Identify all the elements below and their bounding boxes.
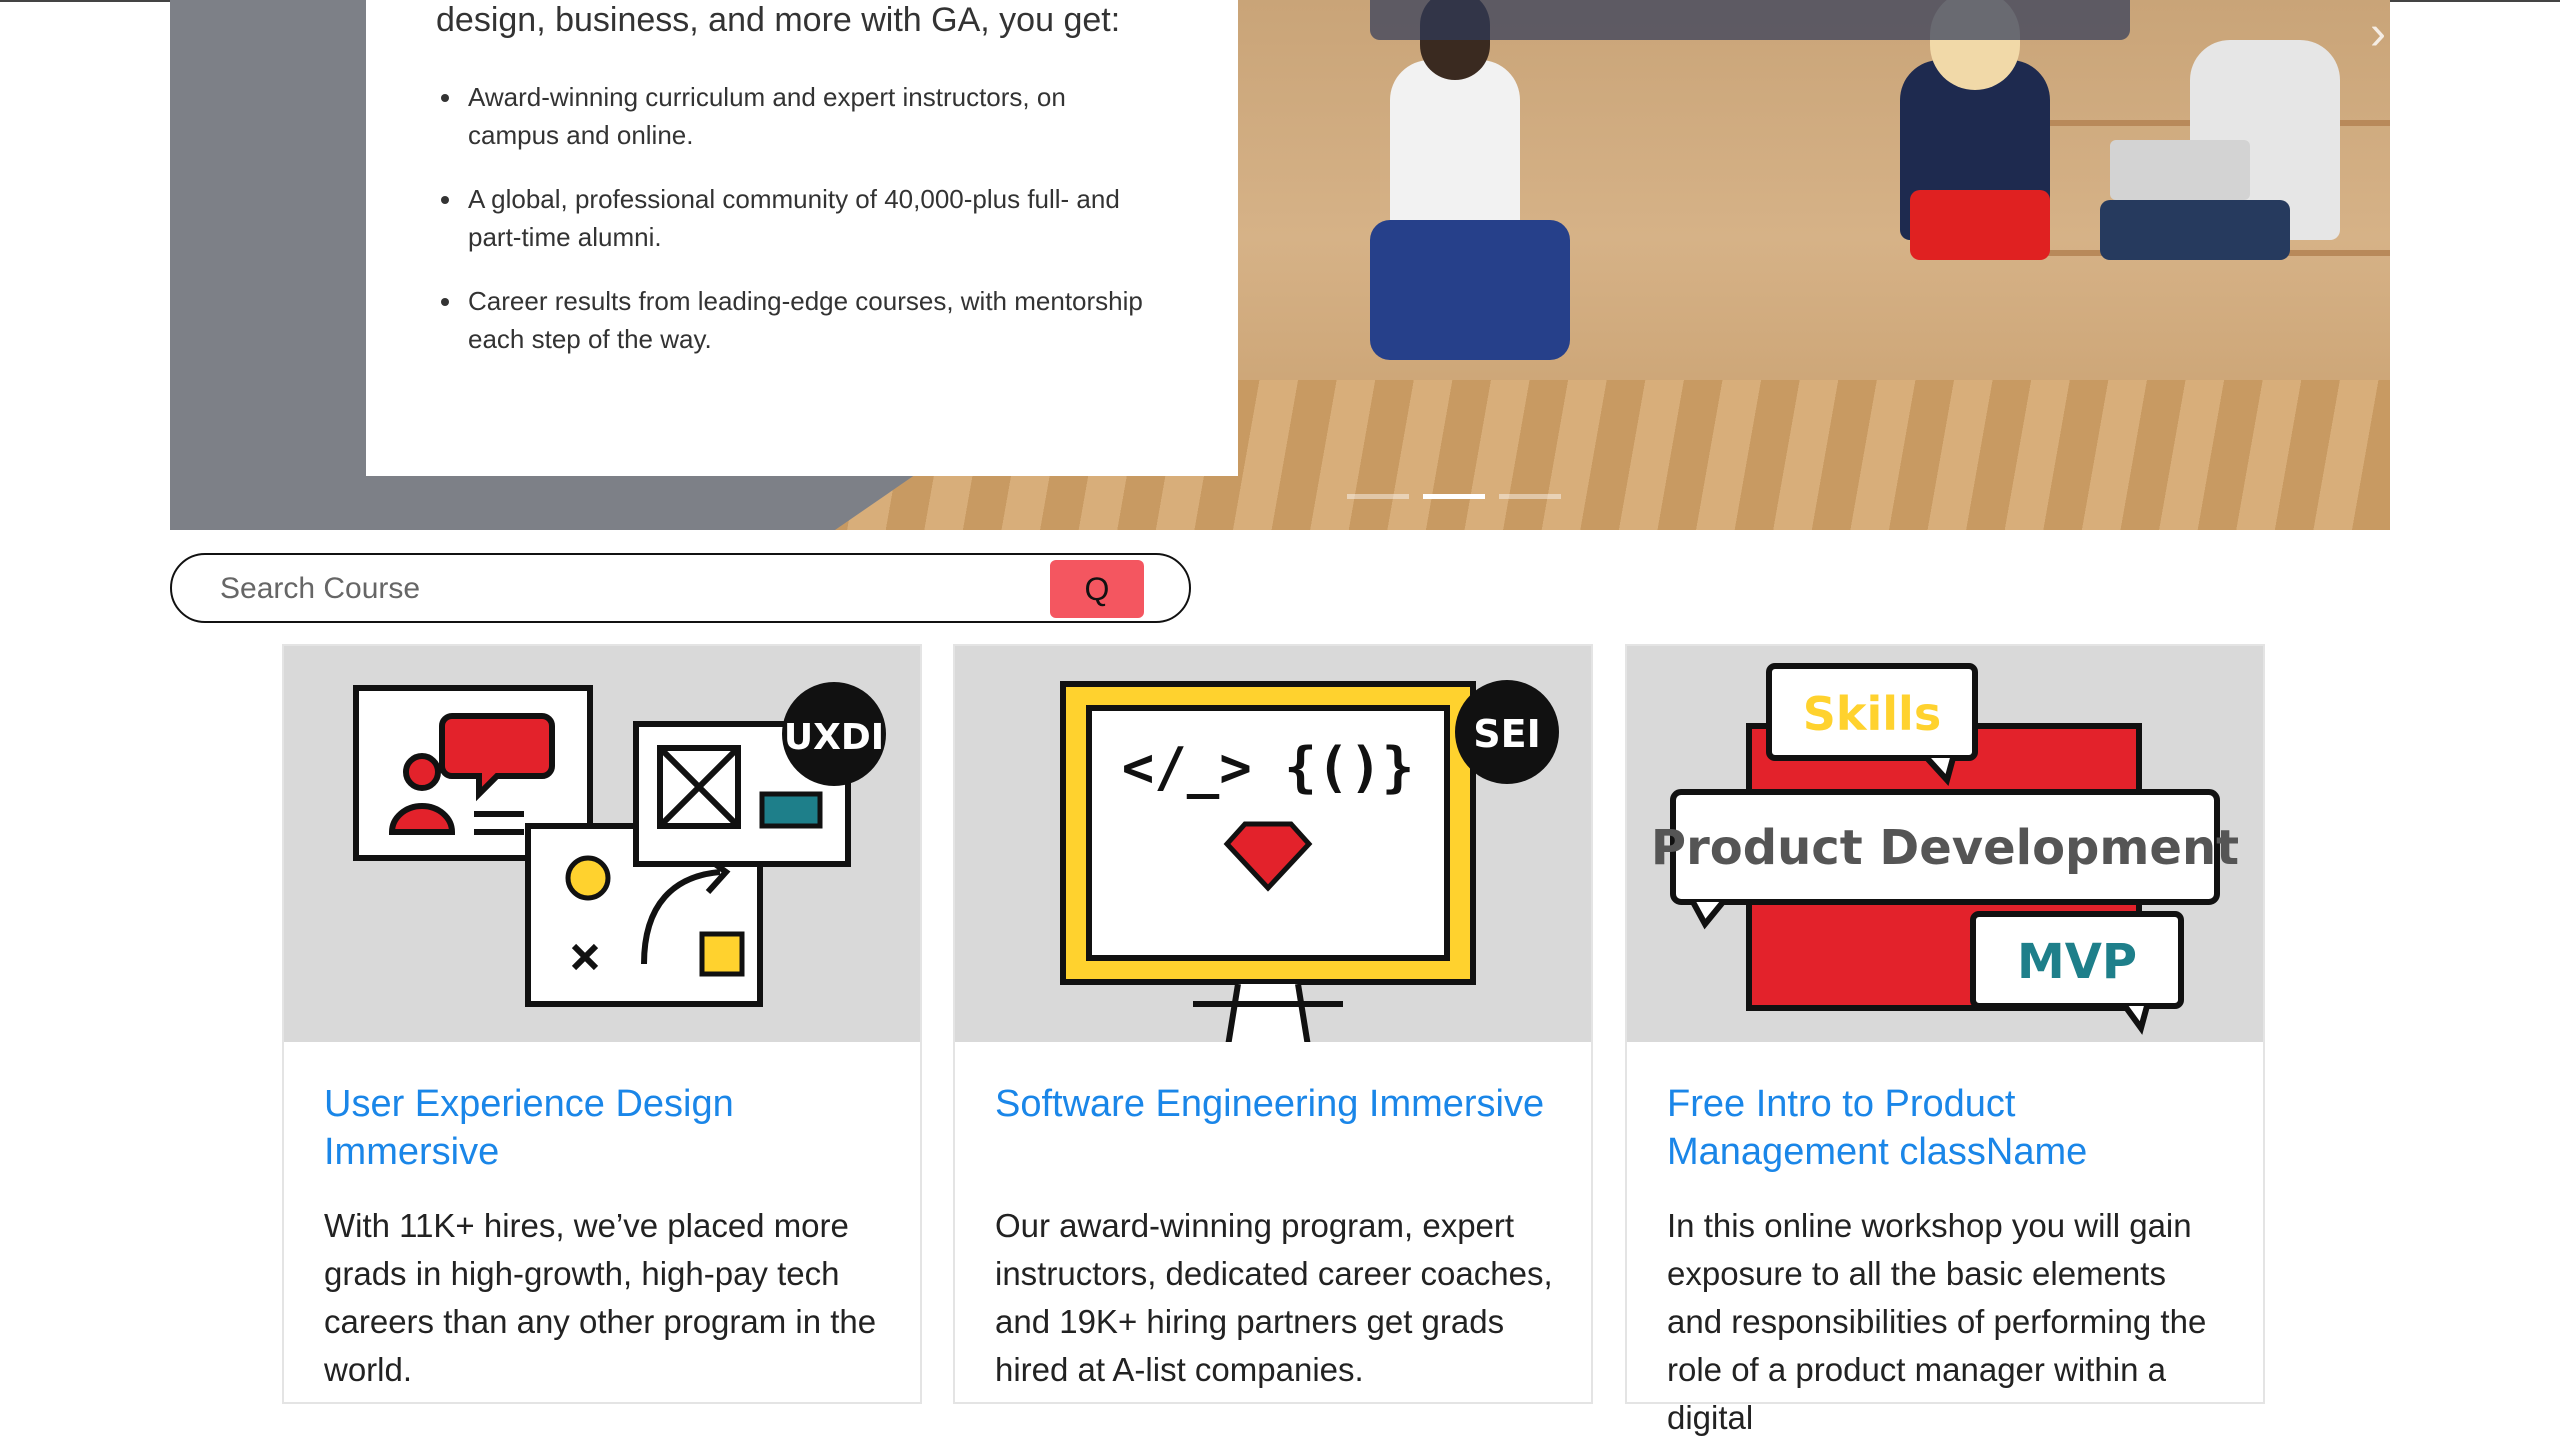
course-badge: SEI bbox=[1473, 712, 1540, 756]
carousel-indicators bbox=[1347, 494, 1561, 499]
hero-carousel[interactable]: design, business, and more with GA, you … bbox=[170, 0, 2390, 530]
list-item: A global, professional community of 40,0… bbox=[464, 180, 1164, 256]
carousel-dot-active[interactable] bbox=[1423, 494, 1485, 499]
search-bar: Q bbox=[170, 553, 1202, 623]
list-item: Career results from leading-edge courses… bbox=[464, 282, 1164, 358]
course-description: In this online workshop you will gain ex… bbox=[1667, 1207, 2207, 1436]
carousel-dot[interactable] bbox=[1499, 494, 1561, 499]
course-title-link[interactable]: Free Intro to Product Management classNa… bbox=[1667, 1080, 2227, 1176]
skills-label: Skills bbox=[1803, 687, 1941, 741]
hero-info-card: design, business, and more with GA, you … bbox=[366, 0, 1238, 476]
code-glyph: </_> {()} bbox=[1122, 736, 1415, 799]
course-title-link[interactable]: Software Engineering Immersive bbox=[995, 1080, 1555, 1128]
course-card-sei[interactable]: </_> {()} SEI Software Engineering Immer… bbox=[953, 644, 1593, 1404]
course-description: With 11K+ hires, we’ve placed more grads… bbox=[324, 1207, 877, 1388]
course-description: Our award-winning program, expert instru… bbox=[995, 1207, 1553, 1388]
chevron-right-icon[interactable]: › bbox=[2370, 10, 2386, 58]
carousel-dot[interactable] bbox=[1347, 494, 1409, 499]
course-card-product[interactable]: Skills Product Development MVP Free Intr… bbox=[1625, 644, 2265, 1436]
course-image-sei: </_> {()} SEI bbox=[955, 646, 1591, 1042]
course-card-uxdi[interactable]: UXDI User Experience Design Immersive Wi… bbox=[282, 644, 922, 1404]
product-development-label: Product Development bbox=[1651, 820, 2239, 876]
course-title-link[interactable]: User Experience Design Immersive bbox=[324, 1080, 884, 1176]
hero-lead: design, business, and more with GA, you … bbox=[436, 1, 1121, 39]
course-image-uxdi: UXDI bbox=[284, 646, 920, 1042]
course-image-product: Skills Product Development MVP bbox=[1627, 646, 2263, 1042]
hero-benefits-list: Award-winning curriculum and expert inst… bbox=[436, 78, 1164, 384]
search-button[interactable]: Q bbox=[1050, 560, 1144, 618]
mvp-label: MVP bbox=[2017, 934, 2137, 990]
list-item: Award-winning curriculum and expert inst… bbox=[464, 78, 1164, 154]
course-badge: UXDI bbox=[784, 717, 884, 758]
